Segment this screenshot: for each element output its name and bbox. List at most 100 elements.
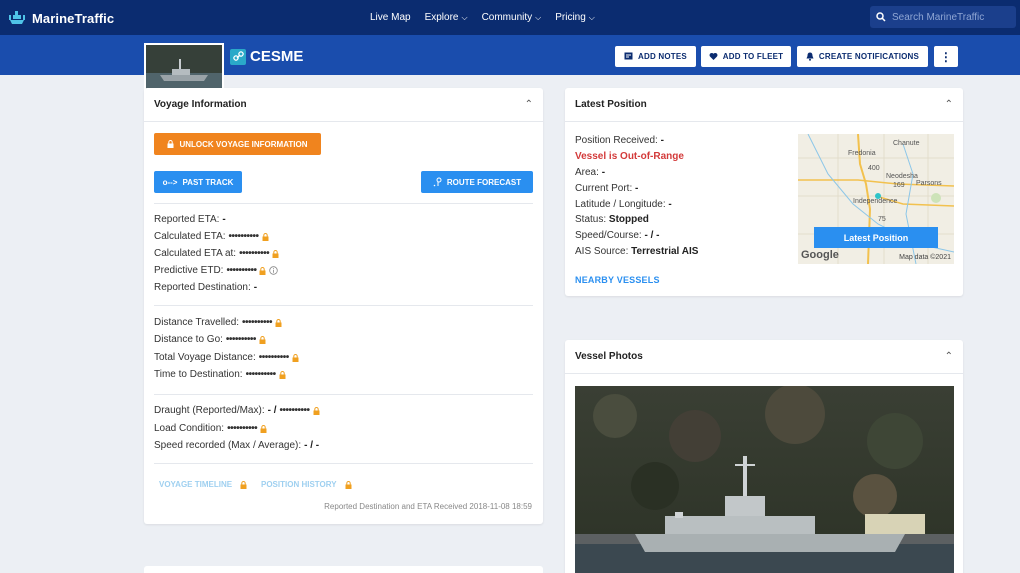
map-attribution: Map data ©2021 bbox=[899, 254, 951, 261]
link-icon[interactable] bbox=[230, 48, 246, 65]
ais-source-row: AIS Source: Terrestrial AIS bbox=[575, 246, 698, 257]
lock-icon[interactable] bbox=[260, 424, 267, 433]
chevron-down-icon: ⌵ bbox=[461, 12, 468, 22]
speed-course-value: - / - bbox=[644, 230, 660, 241]
chevron-down-icon: ⌵ bbox=[588, 12, 595, 22]
map-town-label: Parsons bbox=[916, 180, 942, 187]
vessel-photos-header[interactable]: Vessel Photos ⌃ bbox=[565, 340, 963, 374]
position-history-link[interactable]: POSITION HISTORY bbox=[261, 480, 352, 489]
current-port-row: Current Port: - bbox=[575, 183, 638, 194]
position-received-row: Position Received: - bbox=[575, 135, 664, 146]
more-options-button[interactable]: ⋮ bbox=[934, 46, 958, 67]
vessel-photo[interactable] bbox=[575, 386, 954, 573]
map-road-label: 169 bbox=[893, 182, 905, 189]
search-box[interactable] bbox=[870, 6, 1016, 28]
position-received-value: - bbox=[660, 135, 664, 146]
position-history-label: POSITION HISTORY bbox=[261, 480, 337, 489]
brand-name: MarineTraffic bbox=[32, 10, 115, 26]
speed-course-label: Speed/Course: bbox=[575, 230, 642, 241]
voyage-card-header[interactable]: Voyage Information ⌃ bbox=[144, 88, 543, 122]
draught-value: - / bbox=[267, 405, 277, 416]
ais-source-value: Terrestrial AIS bbox=[631, 246, 699, 257]
calculated-eta-row: Calculated ETA: •••••••••• bbox=[154, 231, 269, 242]
add-to-fleet-button[interactable]: ADD TO FLEET bbox=[701, 46, 791, 67]
map-road-label: 75 bbox=[878, 216, 886, 223]
time-to-destination-row: Time to Destination: •••••••••• bbox=[154, 369, 286, 380]
nav-explore[interactable]: Explore ⌵ bbox=[425, 12, 468, 23]
divider bbox=[154, 203, 533, 204]
predictive-etd-label: Predictive ETD: bbox=[154, 265, 224, 276]
nav-community-label: Community bbox=[481, 12, 533, 23]
speed-recorded-label: Speed recorded (Max / Average): bbox=[154, 440, 302, 451]
reported-eta-label: Reported ETA: bbox=[154, 214, 220, 225]
main-nav: Live Map Explore ⌵ Community ⌵ Pricing ⌵ bbox=[370, 0, 595, 35]
area-value: - bbox=[601, 167, 606, 178]
eta-received-footnote: Reported Destination and ETA Received 20… bbox=[324, 502, 532, 511]
chevron-down-icon: ⌵ bbox=[535, 12, 542, 22]
latest-position-map-button[interactable]: Latest Position bbox=[814, 227, 938, 248]
total-voyage-distance-masked: •••••••••• bbox=[258, 352, 290, 363]
nearby-vessels-link[interactable]: NEARBY VESSELS bbox=[575, 275, 660, 285]
brand-logo[interactable]: MarineTraffic bbox=[7, 7, 114, 29]
lock-icon bbox=[240, 480, 247, 489]
chevron-up-icon[interactable]: ⌃ bbox=[525, 99, 533, 110]
status-label: Status: bbox=[575, 214, 607, 225]
reported-destination-label: Reported Destination: bbox=[154, 282, 251, 293]
unlock-voyage-button[interactable]: UNLOCK VOYAGE INFORMATION bbox=[154, 133, 321, 155]
lock-icon[interactable] bbox=[272, 249, 279, 258]
speed-recorded-value: - / - bbox=[304, 440, 320, 451]
nav-community[interactable]: Community ⌵ bbox=[482, 12, 542, 23]
lock-icon bbox=[345, 480, 352, 489]
vessel-name: CESME bbox=[250, 48, 304, 65]
lock-icon[interactable] bbox=[279, 370, 286, 379]
search-input[interactable] bbox=[892, 11, 1012, 23]
map-town-label: Neodesha bbox=[886, 173, 918, 180]
total-voyage-distance-label: Total Voyage Distance: bbox=[154, 352, 256, 363]
vessel-photos-title: Vessel Photos bbox=[575, 351, 643, 362]
lock-icon[interactable] bbox=[292, 353, 299, 362]
out-of-range-alert: Vessel is Out-of-Range bbox=[575, 151, 684, 162]
unlock-voyage-label: UNLOCK VOYAGE INFORMATION bbox=[179, 139, 308, 149]
ship-logo-icon bbox=[9, 11, 25, 24]
divider bbox=[154, 394, 533, 395]
load-condition-row: Load Condition: •••••••••• bbox=[154, 423, 267, 434]
divider bbox=[154, 305, 533, 306]
status-row: Status: Stopped bbox=[575, 214, 649, 225]
nav-live-map[interactable]: Live Map bbox=[370, 12, 411, 23]
note-icon bbox=[624, 52, 633, 60]
draught-max-masked: •••••••••• bbox=[279, 405, 311, 416]
create-notifications-button[interactable]: CREATE NOTIFICATIONS bbox=[797, 46, 928, 67]
map-road-label: 400 bbox=[868, 165, 880, 172]
lock-icon[interactable] bbox=[275, 318, 282, 327]
nav-pricing[interactable]: Pricing ⌵ bbox=[555, 12, 595, 23]
map-town-label: Independence bbox=[853, 198, 898, 205]
calculated-eta-label: Calculated ETA: bbox=[154, 231, 226, 242]
vessel-photo-image bbox=[575, 386, 954, 573]
position-received-label: Position Received: bbox=[575, 135, 658, 146]
info-icon[interactable] bbox=[269, 266, 279, 275]
google-logo: Google bbox=[801, 249, 839, 261]
nav-explore-label: Explore bbox=[424, 12, 459, 23]
load-condition-label: Load Condition: bbox=[154, 423, 225, 434]
lock-icon[interactable] bbox=[259, 335, 266, 344]
lock-icon[interactable] bbox=[313, 406, 320, 415]
voyage-timeline-link[interactable]: VOYAGE TIMELINE bbox=[159, 480, 247, 489]
route-forecast-button[interactable]: ROUTE FORECAST bbox=[421, 171, 533, 193]
chevron-up-icon[interactable]: ⌃ bbox=[945, 99, 953, 110]
search-icon bbox=[876, 12, 886, 22]
bell-icon bbox=[806, 52, 814, 61]
ais-source-label: AIS Source: bbox=[575, 246, 629, 257]
lock-icon[interactable] bbox=[262, 232, 269, 241]
past-track-button[interactable]: o--> PAST TRACK bbox=[154, 171, 242, 193]
distance-to-go-row: Distance to Go: •••••••••• bbox=[154, 334, 266, 345]
position-map[interactable]: Chanute Fredonia 400 Neodesha 169 Parson… bbox=[798, 134, 954, 264]
reported-destination-row: Reported Destination: - bbox=[154, 282, 257, 293]
track-icon: o--> bbox=[162, 177, 178, 187]
latest-position-header[interactable]: Latest Position ⌃ bbox=[565, 88, 963, 122]
lat-lon-value: - bbox=[668, 199, 672, 210]
add-notes-button[interactable]: ADD NOTES bbox=[615, 46, 696, 67]
speed-course-row: Speed/Course: - / - bbox=[575, 230, 660, 241]
chevron-up-icon[interactable]: ⌃ bbox=[945, 351, 953, 362]
lock-icon[interactable] bbox=[259, 266, 266, 275]
time-to-destination-label: Time to Destination: bbox=[154, 369, 243, 380]
